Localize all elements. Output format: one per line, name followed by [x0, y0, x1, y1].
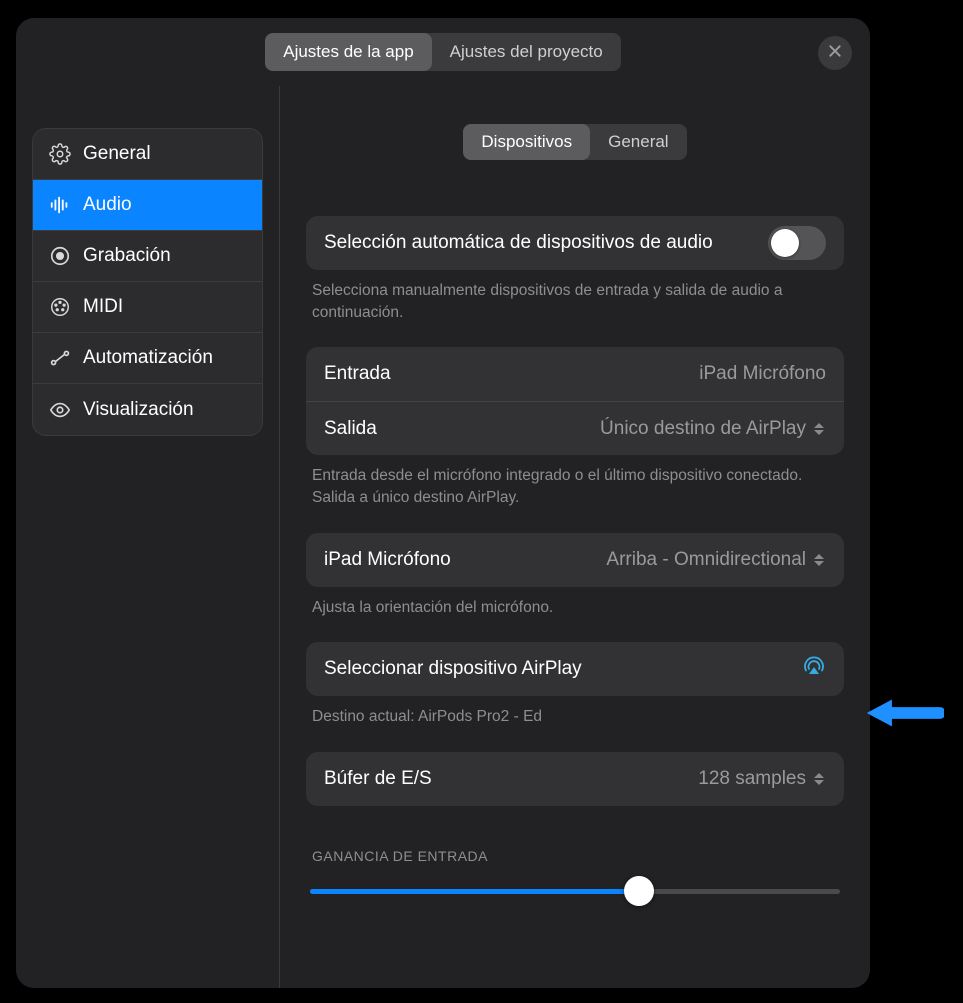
sidebar-item-label: Grabación — [83, 245, 171, 267]
tab-app-settings[interactable]: Ajustes de la app — [265, 33, 431, 71]
buffer-row[interactable]: Búfer de E/S 128 samples — [306, 752, 844, 806]
airplay-desc: Destino actual: AirPods Pro2 - Ed — [306, 696, 844, 728]
sidebar: General Audio Grabación — [16, 86, 280, 988]
slider-fill — [310, 889, 639, 894]
io-block: Entrada iPad Micrófono Salida Único dest… — [306, 347, 844, 508]
up-down-carets-icon — [814, 420, 826, 438]
close-button[interactable] — [818, 36, 852, 70]
sidebar-item-label: Automatización — [83, 347, 213, 369]
sidebar-item-label: MIDI — [83, 296, 123, 318]
mic-row[interactable]: iPad Micrófono Arriba - Omnidirectional — [306, 533, 844, 587]
input-label: Entrada — [324, 363, 391, 385]
sidebar-item-midi[interactable]: MIDI — [33, 282, 262, 333]
output-value-text: Único destino de AirPlay — [600, 418, 806, 440]
modal-body: General Audio Grabación — [16, 86, 870, 988]
record-icon — [47, 243, 73, 269]
midi-icon — [47, 294, 73, 320]
airplay-block: Seleccionar dispositivo AirPlay Destino … — [306, 642, 844, 728]
subtab-devices[interactable]: Dispositivos — [463, 124, 590, 160]
up-down-carets-icon — [814, 770, 826, 788]
buffer-block: Búfer de E/S 128 samples — [306, 752, 844, 806]
auto-select-row: Selección automática de dispositivos de … — [306, 216, 844, 270]
slider-thumb[interactable] — [624, 876, 654, 906]
sidebar-item-audio[interactable]: Audio — [33, 180, 262, 231]
gain-label: GANANCIA DE ENTRADA — [306, 830, 844, 876]
mic-value-text: Arriba - Omnidirectional — [606, 549, 806, 571]
gear-icon — [47, 141, 73, 167]
sidebar-item-general[interactable]: General — [33, 129, 262, 180]
mic-block: iPad Micrófono Arriba - Omnidirectional … — [306, 533, 844, 619]
settings-modal: Ajustes de la app Ajustes del proyecto G… — [16, 18, 870, 988]
airplay-row[interactable]: Seleccionar dispositivo AirPlay — [306, 642, 844, 696]
output-value: Único destino de AirPlay — [600, 418, 826, 440]
slider-track — [310, 889, 840, 894]
toggle-knob — [771, 229, 799, 257]
io-desc: Entrada desde el micrófono integrado o e… — [306, 455, 844, 508]
subtab-general[interactable]: General — [590, 124, 686, 160]
automation-icon — [47, 345, 73, 371]
auto-select-label: Selección automática de dispositivos de … — [324, 232, 713, 254]
sidebar-item-automation[interactable]: Automatización — [33, 333, 262, 384]
annotation-arrow — [860, 695, 950, 735]
mic-value: Arriba - Omnidirectional — [606, 549, 826, 571]
sidebar-item-label: General — [83, 143, 151, 165]
close-icon — [827, 43, 843, 64]
top-segmented-control: Ajustes de la app Ajustes del proyecto — [265, 33, 621, 71]
sidebar-item-label: Audio — [83, 194, 132, 216]
audio-wave-icon — [47, 192, 73, 218]
sidebar-item-display[interactable]: Visualización — [33, 384, 262, 435]
top-toolbar: Ajustes de la app Ajustes del proyecto — [16, 18, 870, 86]
airplay-icon — [802, 654, 826, 684]
sub-segmented-control: Dispositivos General — [463, 124, 686, 160]
mic-label: iPad Micrófono — [324, 549, 451, 571]
eye-icon — [47, 397, 73, 423]
mic-desc: Ajusta la orientación del micrófono. — [306, 587, 844, 619]
auto-select-desc: Selecciona manualmente dispositivos de e… — [306, 270, 844, 323]
sidebar-list: General Audio Grabación — [32, 128, 263, 436]
input-value: iPad Micrófono — [699, 363, 826, 385]
auto-select-block: Selección automática de dispositivos de … — [306, 216, 844, 323]
buffer-value-text: 128 samples — [698, 768, 806, 790]
input-row[interactable]: Entrada iPad Micrófono — [306, 347, 844, 401]
sidebar-item-recording[interactable]: Grabación — [33, 231, 262, 282]
up-down-carets-icon — [814, 551, 826, 569]
output-label: Salida — [324, 418, 377, 440]
output-row[interactable]: Salida Único destino de AirPlay — [306, 401, 844, 455]
buffer-value: 128 samples — [698, 768, 826, 790]
main-panel: Dispositivos General Selección automátic… — [280, 86, 870, 988]
airplay-label: Seleccionar dispositivo AirPlay — [324, 658, 582, 680]
gain-slider[interactable] — [306, 876, 844, 906]
sidebar-item-label: Visualización — [83, 399, 194, 421]
tab-project-settings[interactable]: Ajustes del proyecto — [432, 33, 621, 71]
auto-select-toggle[interactable] — [768, 226, 826, 260]
arrow-left-icon — [860, 691, 944, 740]
buffer-label: Búfer de E/S — [324, 768, 432, 790]
gain-block: GANANCIA DE ENTRADA — [306, 830, 844, 906]
